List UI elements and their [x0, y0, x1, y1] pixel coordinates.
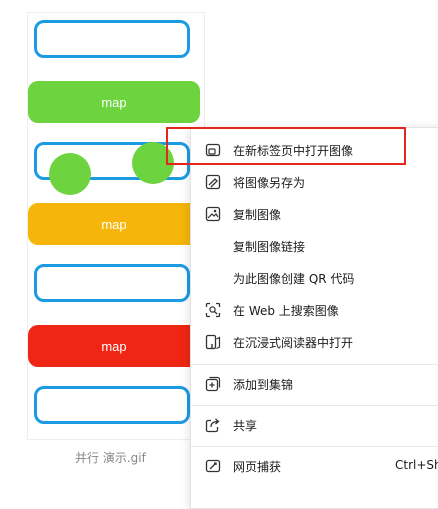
- image-caption: 并行 演示.gif: [75, 451, 146, 465]
- menu-separator: [191, 364, 438, 365]
- outline-box-3: [34, 264, 190, 302]
- gif-preview[interactable]: map map map: [27, 12, 205, 440]
- menu-item-search-web[interactable]: 在 Web 上搜索图像: [191, 294, 438, 326]
- visual-search-icon: [205, 302, 221, 318]
- menu-item-label: 复制图像链接: [233, 240, 306, 254]
- menu-item-add-to-collections[interactable]: 添加到集锦: [191, 368, 438, 400]
- highlight-annotation-box: [166, 127, 406, 165]
- save-image-icon: [205, 174, 221, 190]
- animated-dot-left: [49, 153, 91, 195]
- menu-item-label: 为此图像创建 QR 代码: [233, 272, 355, 286]
- menu-item-label: 在 Web 上搜索图像: [233, 304, 339, 318]
- menu-item-save-image[interactable]: 将图像另存为: [191, 166, 438, 198]
- menu-item-label: 共享: [233, 419, 258, 433]
- map-label: map: [101, 216, 127, 232]
- copy-image-icon: [205, 206, 221, 222]
- menu-item-immersive-reader[interactable]: 在沉浸式阅读器中打开: [191, 326, 438, 358]
- menu-item-share[interactable]: 共享: [191, 409, 438, 441]
- menu-item-label: 网页捕获: [233, 460, 282, 474]
- menu-item-copy-image[interactable]: 复制图像: [191, 198, 438, 230]
- menu-item-shortcut: Ctrl+Sh: [395, 458, 438, 472]
- immersive-reader-icon: [205, 334, 221, 350]
- menu-separator: [191, 405, 438, 406]
- map-label: map: [101, 94, 127, 110]
- menu-item-label: 添加到集锦: [233, 378, 294, 392]
- menu-item-label: 复制图像: [233, 208, 282, 222]
- map-button-green: map: [28, 81, 200, 123]
- collections-icon: [205, 376, 221, 392]
- outline-box-1: [34, 20, 190, 58]
- share-icon: [205, 417, 221, 433]
- menu-separator: [191, 446, 438, 447]
- outline-box-4: [34, 386, 190, 424]
- map-button-red: map: [28, 325, 200, 367]
- map-button-yellow: map: [28, 203, 200, 245]
- menu-item-web-capture[interactable]: 网页捕获 Ctrl+Sh: [191, 450, 438, 482]
- menu-item-copy-image-link[interactable]: 复制图像链接: [191, 230, 438, 262]
- context-menu: 在新标签页中打开图像 将图像另存为 复制图像 复制图像链接 为此图像创建 QR …: [190, 127, 438, 509]
- web-capture-icon: [205, 458, 221, 474]
- menu-item-label: 将图像另存为: [233, 176, 306, 190]
- map-label: map: [101, 338, 127, 354]
- menu-item-label: 在沉浸式阅读器中打开: [233, 336, 354, 350]
- menu-item-create-qr-code[interactable]: 为此图像创建 QR 代码: [191, 262, 438, 294]
